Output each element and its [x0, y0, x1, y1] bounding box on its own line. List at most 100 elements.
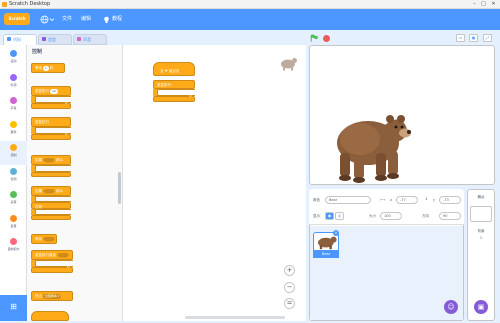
bear-sprite[interactable]: [330, 105, 412, 183]
file-menu[interactable]: 文件: [62, 12, 72, 26]
x-arrow-icon: ⟷: [380, 198, 386, 202]
repeat-input[interactable]: 10: [50, 89, 58, 94]
category-dot-icon: [10, 97, 17, 104]
category-label: 声音: [10, 106, 17, 110]
stage-target-title: 舞台: [477, 195, 485, 199]
zoom-out-button[interactable]: −: [284, 282, 295, 293]
minimize-button[interactable]: –: [471, 1, 478, 8]
green-flag-icon[interactable]: [310, 34, 318, 42]
stop-block[interactable]: 停止 全部脚本 ▾: [31, 291, 73, 301]
direction-label: 方向: [422, 214, 429, 218]
repeat-until-arm: [31, 260, 35, 267]
repeat-block[interactable]: 重复执行 10: [31, 86, 71, 96]
wait-input[interactable]: 1: [43, 66, 49, 71]
stop-icon[interactable]: [323, 35, 330, 42]
sprite-name-label: 角色: [313, 198, 320, 202]
backdrop-count: 1: [479, 236, 483, 240]
forever-block[interactable]: 重复执行: [31, 117, 71, 127]
wait-block[interactable]: 等待 1 秒: [31, 63, 65, 73]
repeat-until-arrow-icon: ↻: [66, 264, 70, 269]
if-else-condition-slot[interactable]: [43, 188, 55, 194]
tab-sounds[interactable]: 声音: [73, 34, 107, 45]
tab-costumes-label: 造型: [48, 37, 56, 42]
globe-icon: [40, 15, 55, 24]
script-forever-foot: ↻: [153, 93, 195, 102]
add-sprite-button[interactable]: ☺: [444, 300, 458, 314]
tab-costumes[interactable]: 造型: [38, 34, 72, 45]
tab-code[interactable]: 代码: [3, 34, 37, 45]
x-label: x: [390, 198, 393, 202]
category-7[interactable]: 运算: [0, 188, 27, 212]
window-title-bar: [0, 0, 500, 9]
wait-until-label: 等待: [35, 237, 42, 241]
category-2[interactable]: 外观: [0, 71, 27, 95]
tab-sounds-label: 声音: [83, 37, 91, 42]
category-8[interactable]: 变量: [0, 212, 27, 236]
repeat-block-arm: [31, 96, 35, 103]
category-9[interactable]: 自制积木: [0, 235, 27, 259]
small-stage-button[interactable]: ▭: [456, 34, 465, 42]
zoom-in-button[interactable]: +: [284, 265, 295, 276]
repeat-label: 重复执行: [35, 89, 49, 93]
condition-slot[interactable]: [43, 157, 55, 163]
repeat-until-slot[interactable]: [57, 252, 69, 258]
fullscreen-button[interactable]: ⤢: [483, 34, 492, 42]
zoom-reset-button[interactable]: =: [284, 298, 295, 309]
large-stage-button[interactable]: ▣: [469, 34, 478, 42]
if-else-then-label: 那么: [56, 189, 64, 193]
script-workspace[interactable]: [123, 45, 306, 321]
palette-scrollbar[interactable]: [118, 172, 121, 204]
wait-until-block[interactable]: 等待: [31, 234, 57, 244]
category-dot-icon: [10, 214, 17, 222]
then-label: 那么: [56, 158, 64, 162]
wait-until-slot[interactable]: [43, 236, 55, 242]
if-mouth: [35, 165, 71, 172]
when-start-as-clone-block[interactable]: [31, 311, 69, 321]
category-label: 运算: [10, 200, 17, 204]
delete-sprite-icon[interactable]: ×: [333, 230, 339, 236]
scratch-logo[interactable]: Scratch: [4, 13, 30, 25]
forever-block-arm: [31, 127, 35, 134]
workspace-horizontal-scrollbar[interactable]: [185, 316, 285, 319]
if-else-if-label: 如果: [35, 189, 42, 193]
extension-icon: ⊞: [10, 302, 17, 311]
category-label: 自制积木: [7, 247, 20, 251]
category-4[interactable]: 事件: [0, 118, 27, 142]
when-flag-clicked-block[interactable]: 当 ⚑ 被点击: [153, 62, 195, 76]
stage-thumbnail[interactable]: [470, 206, 492, 222]
size-input[interactable]: 100: [380, 212, 402, 220]
x-position-input[interactable]: -77: [396, 196, 418, 204]
y-position-input[interactable]: -73: [439, 196, 461, 204]
script-forever-block[interactable]: 重复执行: [153, 80, 195, 89]
sound-icon: [77, 37, 81, 41]
maximize-button[interactable]: □: [480, 1, 487, 8]
repeat-until-block[interactable]: 重复执行直到: [31, 250, 73, 260]
hide-sprite-button[interactable]: ◎: [335, 212, 344, 220]
sprite-name-input[interactable]: Bear: [325, 196, 371, 204]
show-sprite-button[interactable]: ◉: [325, 212, 334, 220]
add-backdrop-button[interactable]: ▣: [474, 300, 488, 314]
forever-block-foot: ↻: [31, 131, 71, 140]
close-window-button[interactable]: ✕: [490, 1, 497, 8]
category-1[interactable]: 运动: [0, 47, 27, 71]
loop-arrow-icon: ↻: [64, 100, 68, 105]
if-else-foot: [31, 215, 71, 220]
edit-menu[interactable]: 编辑: [81, 12, 91, 26]
direction-input[interactable]: 90: [439, 212, 461, 220]
stop-label: 停止: [35, 294, 42, 298]
tutorials-menu[interactable]: 教程: [112, 12, 122, 26]
category-3[interactable]: 声音: [0, 94, 27, 118]
category-5[interactable]: 控制: [0, 141, 27, 165]
else-block-section: 否则: [31, 202, 71, 209]
if-block-arm: [31, 165, 35, 172]
category-label: 控制: [10, 153, 17, 157]
if-then-block[interactable]: 如果 那么: [31, 155, 71, 165]
if-else-block[interactable]: 如果 那么: [31, 186, 71, 196]
y-arrow-icon: ↕: [425, 197, 428, 201]
category-label: 侦测: [10, 176, 17, 181]
stop-dropdown[interactable]: 全部脚本 ▾: [43, 294, 62, 299]
sprite-tile-label: Bear: [313, 250, 339, 258]
category-6[interactable]: 侦测: [0, 165, 27, 189]
language-menu[interactable]: [40, 15, 55, 24]
if-block-foot: [31, 172, 71, 177]
